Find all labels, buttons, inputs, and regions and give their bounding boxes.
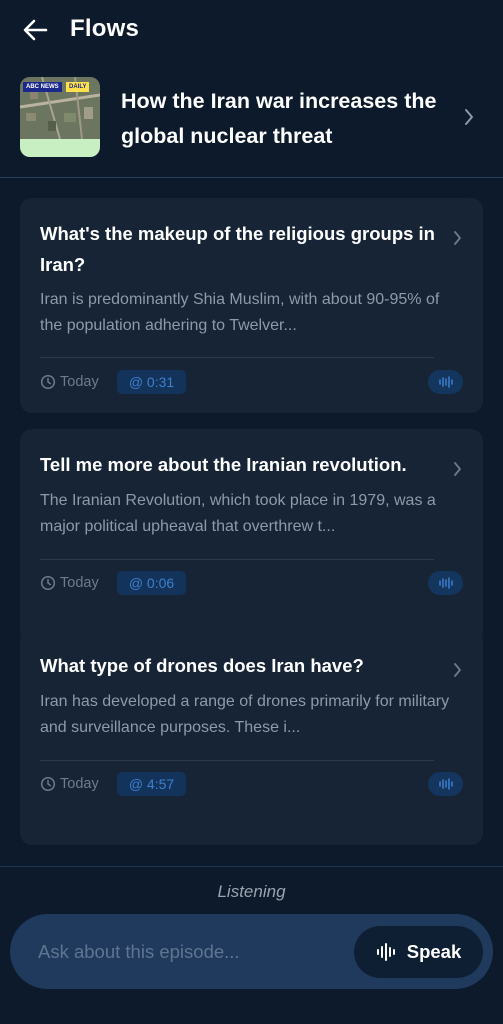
- listening-status: Listening: [217, 882, 286, 901]
- timestamp-chip[interactable]: @ 4:57: [117, 772, 186, 796]
- divider: [0, 177, 503, 178]
- card-date: Today: [60, 776, 99, 792]
- brand-badge: ABC NEWS: [23, 82, 62, 92]
- waveform-icon: [438, 376, 453, 388]
- timestamp-chip[interactable]: @ 0:06: [117, 571, 186, 595]
- back-button[interactable]: [20, 16, 50, 44]
- card-answer: The Iranian Revolution, which took place…: [40, 492, 436, 535]
- chevron-right-icon: [454, 663, 461, 677]
- episode-row[interactable]: ABC NEWS DAILY How the Iran war increase…: [0, 70, 503, 176]
- page-title: Flows: [70, 15, 140, 42]
- flow-card[interactable]: Tell me more about the Iranian revolutio…: [20, 429, 483, 644]
- show-badge: DAILY: [66, 82, 90, 92]
- card-date: Today: [60, 374, 99, 390]
- card-answer: Iran is predominantly Shia Muslim, with …: [40, 291, 440, 334]
- card-divider: [40, 760, 434, 761]
- speak-label: Speak: [406, 941, 462, 962]
- flow-card[interactable]: What's the makeup of the religious group…: [20, 198, 483, 413]
- ask-bar: Speak: [10, 914, 493, 989]
- arrow-left-icon: [23, 19, 48, 41]
- chevron-right-icon: [454, 462, 461, 476]
- episode-title: How the Iran war increases the global nu…: [121, 89, 437, 148]
- timestamp-chip[interactable]: @ 0:31: [117, 370, 186, 394]
- card-question: What's the makeup of the religious group…: [40, 223, 435, 275]
- card-answer: Iran has developed a range of drones pri…: [40, 693, 450, 736]
- clock-icon: [40, 575, 56, 591]
- speak-button[interactable]: Speak: [354, 926, 483, 978]
- chevron-right-icon: [454, 231, 461, 245]
- header: Flows: [0, 0, 503, 62]
- ask-input[interactable]: [38, 936, 338, 968]
- waveform-icon: [438, 577, 453, 589]
- chevron-right-icon: [465, 109, 473, 125]
- card-question: Tell me more about the Iranian revolutio…: [40, 454, 407, 475]
- card-date: Today: [60, 575, 99, 591]
- card-divider: [40, 357, 434, 358]
- card-question: What type of drones does Iran have?: [40, 655, 364, 676]
- card-divider: [40, 559, 434, 560]
- waveform-icon: [438, 778, 453, 790]
- flows-screen: Flows ABC NEWS DAILY How the Iran war in…: [0, 0, 503, 1024]
- thumbnail-banner: [20, 139, 100, 157]
- clock-icon: [40, 374, 56, 390]
- play-audio-button[interactable]: [428, 772, 463, 796]
- clock-icon: [40, 776, 56, 792]
- episode-thumbnail: ABC NEWS DAILY: [20, 77, 100, 157]
- play-audio-button[interactable]: [428, 571, 463, 595]
- waveform-icon: [376, 943, 395, 961]
- play-audio-button[interactable]: [428, 370, 463, 394]
- flow-card[interactable]: What type of drones does Iran have? Iran…: [20, 630, 483, 845]
- divider: [0, 866, 503, 867]
